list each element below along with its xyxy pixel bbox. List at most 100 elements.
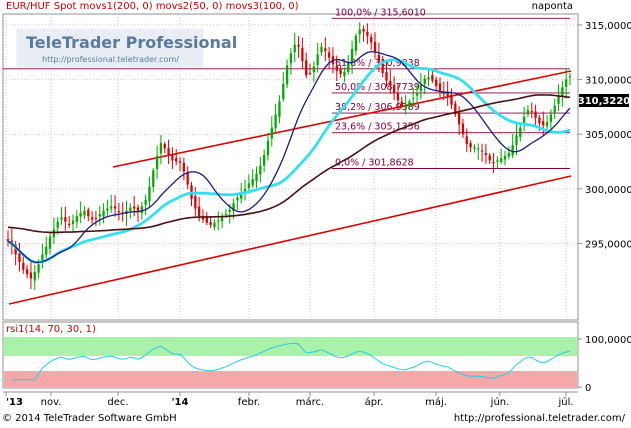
candle-down bbox=[29, 272, 33, 279]
candle-up bbox=[285, 65, 289, 85]
y-tick-label: 300,0000 bbox=[585, 185, 631, 196]
watermark-brand: TeleTrader Professional bbox=[26, 33, 237, 52]
candle-up bbox=[106, 208, 109, 211]
candle-down bbox=[175, 158, 178, 162]
candle-up bbox=[220, 217, 224, 222]
y-tick-label: 315,0000 bbox=[585, 21, 631, 32]
candle-up bbox=[98, 213, 101, 217]
x-tick-label: máj. bbox=[425, 396, 447, 408]
candle-down bbox=[538, 117, 541, 124]
candle-up bbox=[213, 222, 216, 227]
candle-up bbox=[354, 35, 358, 51]
candle-up bbox=[553, 105, 556, 113]
candle-up bbox=[263, 154, 266, 166]
candle-up bbox=[217, 220, 220, 222]
candle-down bbox=[205, 217, 208, 223]
candle-up bbox=[144, 199, 147, 205]
candle-up bbox=[247, 183, 251, 188]
candle-up bbox=[358, 29, 361, 35]
candle-up bbox=[278, 101, 281, 118]
candle-up bbox=[33, 271, 36, 281]
candle-down bbox=[435, 79, 438, 87]
candle-up bbox=[37, 264, 40, 273]
candle-up bbox=[102, 210, 105, 217]
rsi-oversold-band bbox=[4, 371, 577, 387]
x-tick-label: '13 bbox=[6, 397, 23, 408]
candle-down bbox=[542, 121, 545, 126]
candle-down bbox=[335, 65, 338, 71]
candle-up bbox=[408, 101, 411, 107]
candle-down bbox=[167, 148, 170, 155]
candle-up bbox=[228, 209, 231, 212]
candle-up bbox=[110, 206, 113, 209]
y-axis-rsi: 0 100,0000 bbox=[578, 335, 631, 394]
candle-down bbox=[308, 72, 312, 74]
y-tick-label: 305,0000 bbox=[585, 130, 631, 141]
candle-up bbox=[404, 105, 407, 108]
candle-up bbox=[519, 127, 522, 138]
price-chart: TeleTrader Professional http://professio… bbox=[2, 7, 631, 408]
candle-down bbox=[370, 36, 373, 43]
y-tick-label: 310,0000 bbox=[585, 76, 631, 87]
candle-up bbox=[75, 216, 78, 222]
candle-up bbox=[293, 44, 296, 53]
candle-up bbox=[289, 53, 293, 64]
candle-up bbox=[412, 98, 415, 100]
rsi-y-tick-label: 100,0000 bbox=[585, 335, 631, 346]
candle-up bbox=[79, 212, 82, 217]
candle-up bbox=[343, 71, 346, 77]
x-tick-label: ápr. bbox=[365, 396, 384, 408]
candle-up bbox=[224, 213, 228, 215]
candle-down bbox=[297, 44, 300, 47]
candle-down bbox=[324, 48, 327, 52]
candle-down bbox=[301, 47, 304, 61]
candle-up bbox=[496, 160, 499, 162]
candle-up bbox=[140, 206, 143, 213]
candle-down bbox=[392, 85, 396, 93]
x-axis: '13 nov. dec. '14 febr. márc. ápr. máj. jún. júl. bbox=[5, 392, 574, 408]
candle-down bbox=[194, 196, 197, 209]
candle-up bbox=[45, 246, 48, 255]
candle-down bbox=[25, 269, 29, 275]
candle-down bbox=[18, 253, 21, 263]
candle-up bbox=[274, 114, 277, 129]
candle-down bbox=[457, 112, 461, 125]
candle-down bbox=[94, 217, 98, 219]
candle-up bbox=[312, 66, 315, 73]
candle-down bbox=[362, 28, 365, 32]
last-price-tag: 310,3220 bbox=[578, 94, 631, 107]
candle-down bbox=[492, 162, 495, 164]
last-price-value: 310,3220 bbox=[578, 96, 631, 107]
y-tick-label: 295,0000 bbox=[585, 240, 631, 251]
candle-down bbox=[339, 69, 342, 75]
candle-down bbox=[113, 206, 117, 209]
candle-up bbox=[549, 114, 553, 122]
candle-down bbox=[209, 222, 212, 225]
x-tick-label: '14 bbox=[172, 397, 189, 408]
candle-down bbox=[133, 206, 136, 209]
candle-down bbox=[68, 223, 71, 225]
candle-up bbox=[320, 46, 323, 53]
candle-down bbox=[396, 92, 400, 101]
candle-up bbox=[568, 76, 572, 78]
candle-up bbox=[83, 210, 86, 216]
candle-up bbox=[350, 48, 354, 64]
candle-up bbox=[282, 83, 285, 100]
candle-up bbox=[71, 220, 75, 224]
candle-down bbox=[488, 155, 491, 161]
candle-up bbox=[152, 170, 155, 188]
candle-down bbox=[64, 217, 67, 222]
fibonacci-label: 100,0% / 315,6010 bbox=[335, 7, 426, 18]
x-tick-label: márc. bbox=[296, 396, 324, 408]
candle-down bbox=[117, 211, 121, 213]
candle-down bbox=[178, 161, 182, 163]
rsi-y-tick-label: 0 bbox=[585, 383, 591, 394]
rsi-overbought-band bbox=[4, 337, 577, 356]
watermark-url: http://professional.teletrader.com/ bbox=[42, 55, 179, 64]
copyright: © 2014 TeleTrader Software GmbH bbox=[2, 413, 177, 424]
candle-up bbox=[419, 85, 423, 91]
footer-url[interactable]: http://professional.teletrader.com/ bbox=[454, 410, 625, 428]
candle-up bbox=[251, 179, 254, 186]
candle-up bbox=[60, 217, 63, 220]
candle-down bbox=[366, 31, 369, 36]
